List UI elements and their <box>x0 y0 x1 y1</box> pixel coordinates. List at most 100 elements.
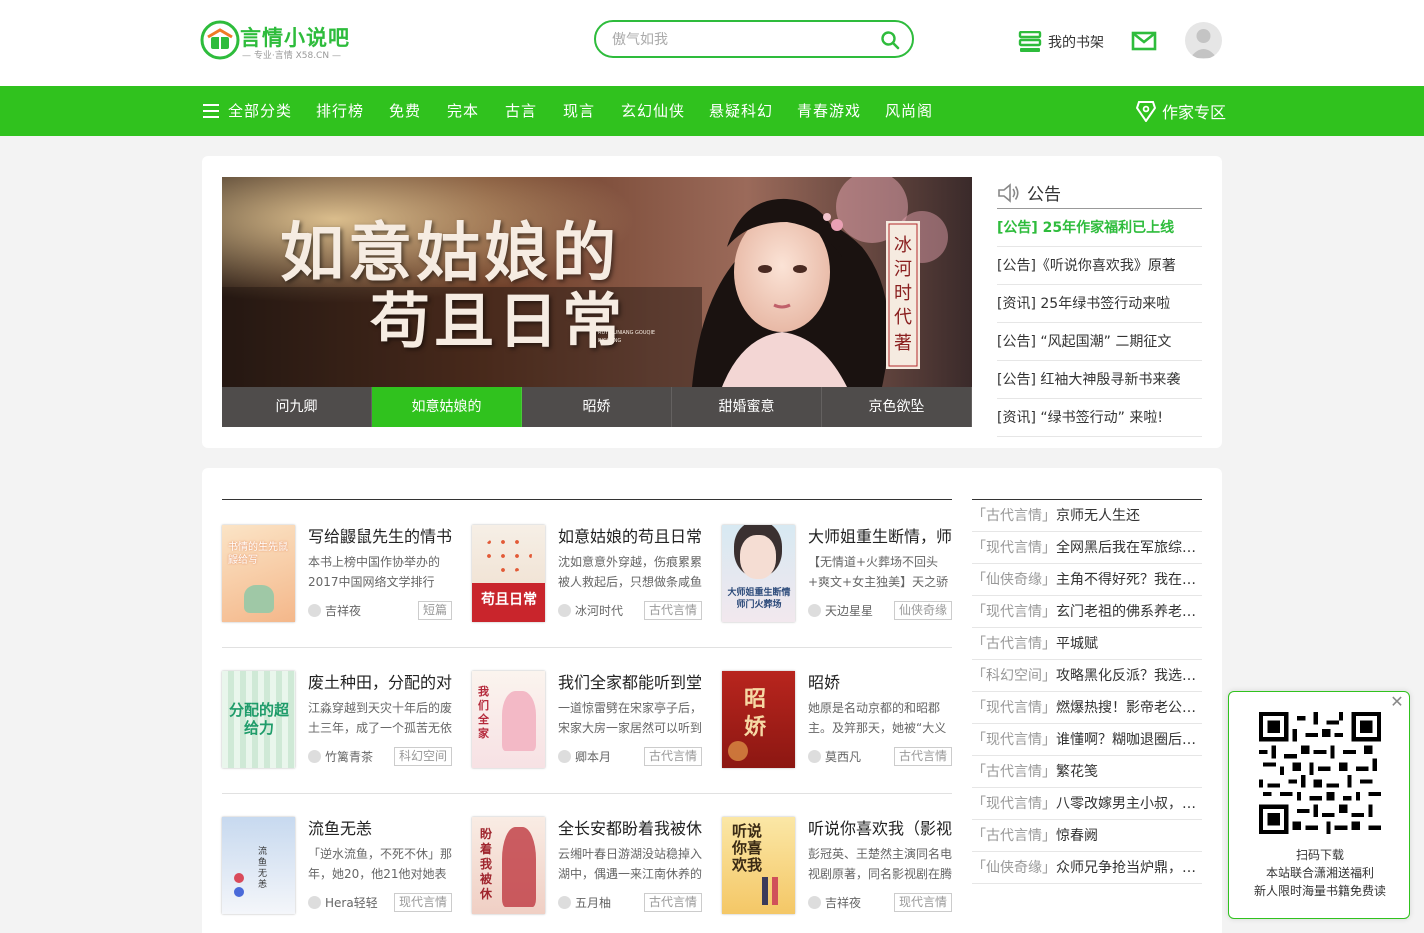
nav-item-free[interactable]: 免费 <box>389 86 421 136</box>
banner-tab-zhaojiao[interactable]: 昭娇 <box>522 387 672 427</box>
qr-caption-line1: 扫码下载 <box>1295 848 1344 862</box>
book-category-tag[interactable]: 现代言情 <box>393 893 452 912</box>
book-category-tag[interactable]: 科幻空间 <box>393 747 452 766</box>
book-card[interactable]: 流鱼无恙 流鱼无恙 「逆水流鱼，不死不休」那年，她20，他21他对她表白 Her… <box>222 817 452 914</box>
rank-item[interactable]: 「古代言情」繁花笺 <box>972 756 1202 788</box>
nav-item-fashion[interactable]: 风尚阁 <box>885 86 933 136</box>
notice-title: 公告 <box>1027 185 1061 205</box>
book-card[interactable]: 盼着我被休 全长安都盼着我被休 云缃叶春日游湖没站稳掉入湖中，偶遇一来江南休养的… <box>472 817 702 914</box>
book-card[interactable]: 大师姐重生断情师门火葬场 大师姐重生断情，师 【无情道+火葬场不回头+爽文+女主… <box>722 525 952 622</box>
notice-item[interactable]: [资讯] 25年绿书签行动来啦 <box>997 285 1202 323</box>
book-title[interactable]: 大师姐重生断情，师 <box>808 523 956 547</box>
book-card[interactable]: 分配的超给力 废土种田，分配的对 江淼穿越到天灾十年后的废土三年，成了一个孤苦无… <box>222 671 452 768</box>
book-title[interactable]: 听说你喜欢我（影视 <box>808 815 956 839</box>
notice-item[interactable]: [公告]《听说你喜欢我》原著 <box>997 247 1202 285</box>
logo-subtitle: — 专业·言情 X58.CN — <box>242 51 341 61</box>
banner-tab-jingse[interactable]: 京色欲坠 <box>822 387 972 427</box>
rank-item[interactable]: 「科幻空间」攻略黑化反派？我选当他师尊 <box>972 660 1202 692</box>
author-name: 竹篱青茶 <box>325 750 374 764</box>
notice-header: 公告 <box>997 177 1202 209</box>
book-category-tag[interactable]: 古代言情 <box>643 601 702 620</box>
nav-item-modern[interactable]: 现言 <box>563 86 595 136</box>
nav-item-mystery[interactable]: 悬疑科幻 <box>709 86 773 136</box>
banner-tab-tianhun[interactable]: 甜婚蜜意 <box>672 387 822 427</box>
user-avatar[interactable] <box>1185 22 1222 59</box>
book-category-tag[interactable]: 仙侠奇缘 <box>893 601 952 620</box>
rank-item[interactable]: 「现代言情」玄门老祖的佛系养老直播间 <box>972 596 1202 628</box>
bookshelf-link[interactable]: 我的书架 <box>1018 30 1104 54</box>
cover-title: 听说你喜欢我 <box>732 822 763 874</box>
rank-item[interactable]: 「仙侠奇缘」主角不得好死？我在宗门杀疯了 <box>972 564 1202 596</box>
book-card[interactable]: 听说你喜欢我 听说你喜欢我（影视 彭冠英、王楚然主演同名电视剧原著，同名影视剧在… <box>722 817 952 914</box>
site-logo[interactable]: 言情小说吧 — 专业·言情 X58.CN — <box>200 20 350 62</box>
notice-item[interactable]: [资讯] “绿书签行动” 来啦! <box>997 399 1202 437</box>
cover-title: 我们全家 <box>478 685 489 740</box>
search-input[interactable] <box>612 29 862 51</box>
cover-title: 苟且日常 <box>481 592 537 608</box>
notice-item[interactable]: [公告] 25年作家福利已上线 <box>997 209 1202 247</box>
book-card[interactable]: 我们全家 我们全家都能听到堂 一道惊雷劈在宋家亭子后，宋家大房一家居然可以听到 … <box>472 671 702 768</box>
mail-icon[interactable] <box>1131 30 1157 52</box>
author-name: 天边星星 <box>825 604 874 618</box>
book-logo-icon <box>200 20 240 60</box>
rank-category: 「仙侠奇缘」 <box>972 860 1056 876</box>
cover-title: 书情的生先鼠鼹给写 <box>228 542 288 566</box>
author-name: 吉祥夜 <box>325 604 362 618</box>
book-title[interactable]: 如意姑娘的苟且日常 <box>558 523 706 547</box>
book-category-tag[interactable]: 现代言情 <box>893 893 952 912</box>
close-icon[interactable]: ✕ <box>1389 694 1405 710</box>
banner-tab-ruyi[interactable]: 如意姑娘的 <box>372 387 522 427</box>
nav-all-categories[interactable]: 全部分类 <box>228 86 292 136</box>
nav-item-fantasy[interactable]: 玄幻仙侠 <box>621 86 685 136</box>
notice-item[interactable]: [公告] “风起国潮” 二期征文 <box>997 323 1202 361</box>
book-card[interactable]: 昭娇 昭娇 她原是名动京都的和昭郡主。及笄那天，她被“大义 莫西凡 古代言情 <box>722 671 952 768</box>
writer-zone-link[interactable]: 作家专区 <box>1136 86 1226 136</box>
nav-item-ancient[interactable]: 古言 <box>505 86 537 136</box>
notice-item[interactable]: [公告] 红袖大神殷寻新书来袭 <box>997 361 1202 399</box>
featured-banner[interactable]: 冰 河 时 代 著 如意姑娘的 苟且日常 RUYIGUNIANG GOUQIE … <box>222 177 972 427</box>
book-title[interactable]: 流鱼无恙 <box>308 815 456 839</box>
book-desc: 【无情道+火葬场不回头+爽文+女主独美】天之骄女黎 <box>808 555 949 589</box>
banner-tab-wenjiuqing[interactable]: 问九卿 <box>222 387 372 427</box>
diamond-pen-icon <box>1136 101 1156 122</box>
qr-code <box>1259 712 1381 834</box>
book-author: Hera轻轻 <box>308 894 378 911</box>
rank-item[interactable]: 「现代言情」全网黑后我在军旅综艺爆红了 <box>972 532 1202 564</box>
book-title[interactable]: 昭娇 <box>808 669 956 693</box>
book-category-tag[interactable]: 古代言情 <box>643 747 702 766</box>
search-icon[interactable] <box>880 30 900 50</box>
book-author: 天边星星 <box>808 602 873 619</box>
rank-item[interactable]: 「古代言情」平城赋 <box>972 628 1202 660</box>
rank-item[interactable]: 「现代言情」八零改嫁男主小叔，靠美食暴富 <box>972 788 1202 820</box>
nav-item-ranking[interactable]: 排行榜 <box>316 86 364 136</box>
book-category-tag[interactable]: 古代言情 <box>643 893 702 912</box>
book-card[interactable]: 书情的生先鼠鼹给写 写给鼹鼠先生的情书 本书上榜中国作协举办的2017中国网络文… <box>222 525 452 622</box>
rank-item[interactable]: 「现代言情」燃爆热搜！影帝老公从天而降 <box>972 692 1202 724</box>
author-name: 五月柚 <box>575 896 612 910</box>
book-card[interactable]: 苟且日常 如意姑娘的苟且日常 沈如意意外穿越，伤痕累累被人救起后，只想做条咸鱼 … <box>472 525 702 622</box>
rank-title: 攻略黑化反派？我选当他师尊 <box>1056 668 1202 684</box>
rank-item[interactable]: 「仙侠奇缘」众师兄争抢当炉鼎，我选择躺平 <box>972 852 1202 884</box>
book-title[interactable]: 废土种田，分配的对 <box>308 669 456 693</box>
rank-item[interactable]: 「现代言情」谁懂啊？糊咖退圈后读研 <box>972 724 1202 756</box>
book-cover: 听说你喜欢我 <box>722 817 795 914</box>
book-category-tag[interactable]: 短篇 <box>417 601 452 620</box>
book-author: 冰河时代 <box>558 602 623 619</box>
rank-title: 京师无人生还 <box>1056 508 1140 524</box>
cover-title: 分配的超给力 <box>228 701 289 737</box>
book-desc: 沈如意意外穿越，伤痕累累被人救起后，只想做条咸鱼 <box>558 555 702 589</box>
nav-item-finished[interactable]: 完本 <box>447 86 479 136</box>
book-desc: 她原是名动京都的和昭郡主。及笄那天，她被“大义 <box>808 701 947 735</box>
rank-item[interactable]: 「古代言情」京师无人生还 <box>972 500 1202 532</box>
menu-icon[interactable] <box>203 103 219 119</box>
book-author: 五月柚 <box>558 894 611 911</box>
book-title[interactable]: 写给鼹鼠先生的情书 <box>308 523 456 547</box>
book-author: 竹篱青茶 <box>308 748 373 765</box>
book-title[interactable]: 我们全家都能听到堂 <box>558 669 706 693</box>
nav-item-youth[interactable]: 青春游戏 <box>797 86 861 136</box>
rank-item[interactable]: 「古代言情」惊春阙 <box>972 820 1202 852</box>
book-category-tag[interactable]: 古代言情 <box>893 747 952 766</box>
book-title[interactable]: 全长安都盼着我被休 <box>558 815 706 839</box>
author-name: 吉祥夜 <box>825 896 862 910</box>
book-list-panel: 书情的生先鼠鼹给写 写给鼹鼠先生的情书 本书上榜中国作协举办的2017中国网络文… <box>202 468 1222 933</box>
